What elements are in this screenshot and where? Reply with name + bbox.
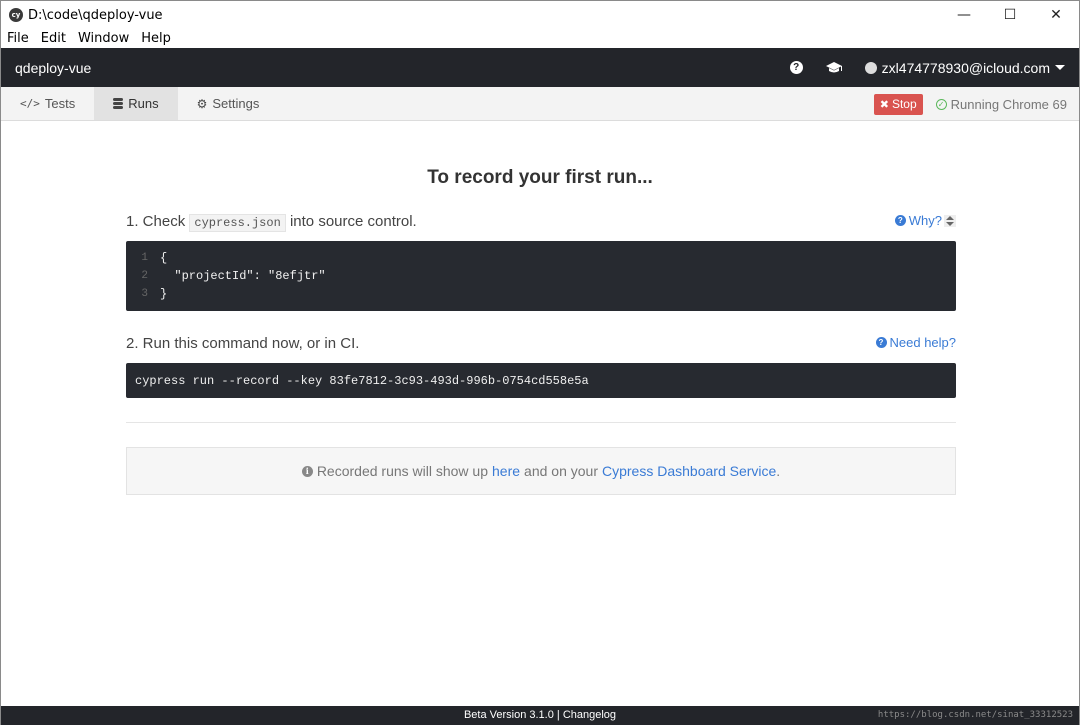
maximize-icon: ☐	[1003, 7, 1017, 23]
graduation-cap-icon	[825, 62, 842, 73]
stop-label: Stop	[891, 97, 917, 111]
config-filename: cypress.json	[189, 214, 286, 232]
menu-window[interactable]: Window	[72, 31, 135, 46]
gear-icon: ⚙	[196, 96, 208, 111]
step-1-prefix: 1. Check	[126, 213, 186, 230]
config-code-block: 1 { 2 "projectId": "8efjtr" 3 }	[126, 241, 956, 311]
record-command[interactable]: cypress run --record --key 83fe7812-3c93…	[126, 363, 956, 398]
code-line: 2 "projectId": "8efjtr"	[126, 267, 956, 285]
code-text: {	[160, 251, 168, 265]
title-bar: cy D:\code\qdeploy-vue — ☐ ✕	[1, 1, 1079, 29]
caret-down-icon	[1055, 65, 1065, 70]
why-link[interactable]: ? Why?	[894, 213, 956, 228]
app-window: cy D:\code\qdeploy-vue — ☐ ✕ File Edit W…	[0, 0, 1080, 725]
menu-help[interactable]: Help	[135, 31, 177, 46]
browser-status[interactable]: ✓ Running Chrome 69	[935, 96, 1067, 112]
window-controls: — ☐ ✕	[941, 1, 1079, 29]
why-label: Why?	[908, 213, 942, 228]
code-line: 1 {	[126, 249, 956, 267]
question-circle-icon: ?	[894, 215, 906, 226]
minimize-icon: —	[957, 7, 971, 23]
close-icon: ✕	[1050, 7, 1062, 23]
notice-text-1: Recorded runs will show up	[316, 463, 489, 479]
tab-runs[interactable]: Runs	[94, 87, 178, 120]
here-link[interactable]: here	[492, 463, 520, 479]
close-button[interactable]: ✕	[1033, 1, 1079, 29]
info-circle-icon: i	[301, 465, 313, 477]
minimize-button[interactable]: —	[941, 1, 987, 29]
code-text: }	[160, 287, 168, 301]
step-1: 1. Check cypress.json into source contro…	[126, 213, 956, 232]
tab-runs-label: Runs	[128, 96, 159, 111]
line-number: 2	[141, 270, 148, 282]
avatar	[864, 61, 877, 74]
database-icon	[113, 98, 124, 110]
maximize-button[interactable]: ☐	[987, 1, 1033, 29]
page-title: To record your first run...	[427, 167, 653, 188]
tab-tests[interactable]: </> Tests	[1, 87, 94, 120]
nav-status: ✖ Stop ✓ Running Chrome 69	[873, 87, 1067, 121]
dashboard-link[interactable]: Cypress Dashboard Service	[602, 463, 776, 479]
user-email: zxl474778930@icloud.com	[881, 59, 1050, 76]
menu-bar: File Edit Window Help	[1, 29, 1079, 48]
running-label: Running Chrome 69	[950, 96, 1067, 112]
tab-settings-label: Settings	[212, 96, 260, 111]
app-icon-text: cy	[11, 11, 21, 19]
question-circle-icon: ?	[875, 337, 887, 348]
step-2: 2. Run this command now, or in CI. ? Nee…	[126, 335, 956, 352]
docs-button[interactable]	[825, 61, 843, 74]
sort-toggle-icon	[944, 214, 956, 227]
check-circle-icon: ✓	[935, 98, 947, 110]
close-icon: ✖	[879, 97, 889, 111]
version-changelog[interactable]: Beta Version 3.1.0 | Changelog	[464, 709, 616, 721]
stop-button[interactable]: ✖ Stop	[873, 93, 923, 115]
user-menu[interactable]: zxl474778930@icloud.com	[864, 59, 1065, 76]
watermark: https://blog.csdn.net/sinat_33312523	[877, 710, 1073, 720]
line-number: 3	[141, 288, 148, 300]
code-icon: </>	[20, 97, 40, 110]
line-number: 1	[141, 252, 148, 264]
app-header: qdeploy-vue ? zxl474778930@icloud.com	[1, 48, 1079, 87]
step-2-text: 2. Run this command now, or in CI.	[126, 335, 360, 352]
need-help-label: Need help?	[889, 335, 957, 350]
cypress-app-icon: cy	[9, 8, 23, 22]
need-help-link[interactable]: ? Need help?	[875, 335, 957, 350]
menu-edit[interactable]: Edit	[35, 31, 72, 46]
divider	[126, 422, 956, 423]
step-1-suffix: into source control.	[289, 213, 417, 230]
question-circle-icon: ?	[789, 61, 803, 74]
code-line: 3 }	[126, 285, 956, 303]
window-title: D:\code\qdeploy-vue	[28, 7, 163, 23]
help-button[interactable]: ?	[789, 61, 803, 74]
code-text: "projectId": "8efjtr"	[160, 269, 326, 283]
nav-tabs: </> Tests Runs ⚙ Settings ✖ Stop ✓ Runni…	[1, 87, 1079, 121]
project-name[interactable]: qdeploy-vue	[15, 60, 91, 76]
header-actions: ? zxl474778930@icloud.com	[789, 48, 1065, 87]
notice-text-2: and on your	[524, 463, 598, 479]
notice-end: .	[776, 463, 781, 479]
menu-file[interactable]: File	[1, 31, 35, 46]
tab-tests-label: Tests	[44, 96, 76, 111]
runs-notice: i Recorded runs will show up here and on…	[126, 447, 956, 495]
tab-settings[interactable]: ⚙ Settings	[178, 87, 279, 120]
